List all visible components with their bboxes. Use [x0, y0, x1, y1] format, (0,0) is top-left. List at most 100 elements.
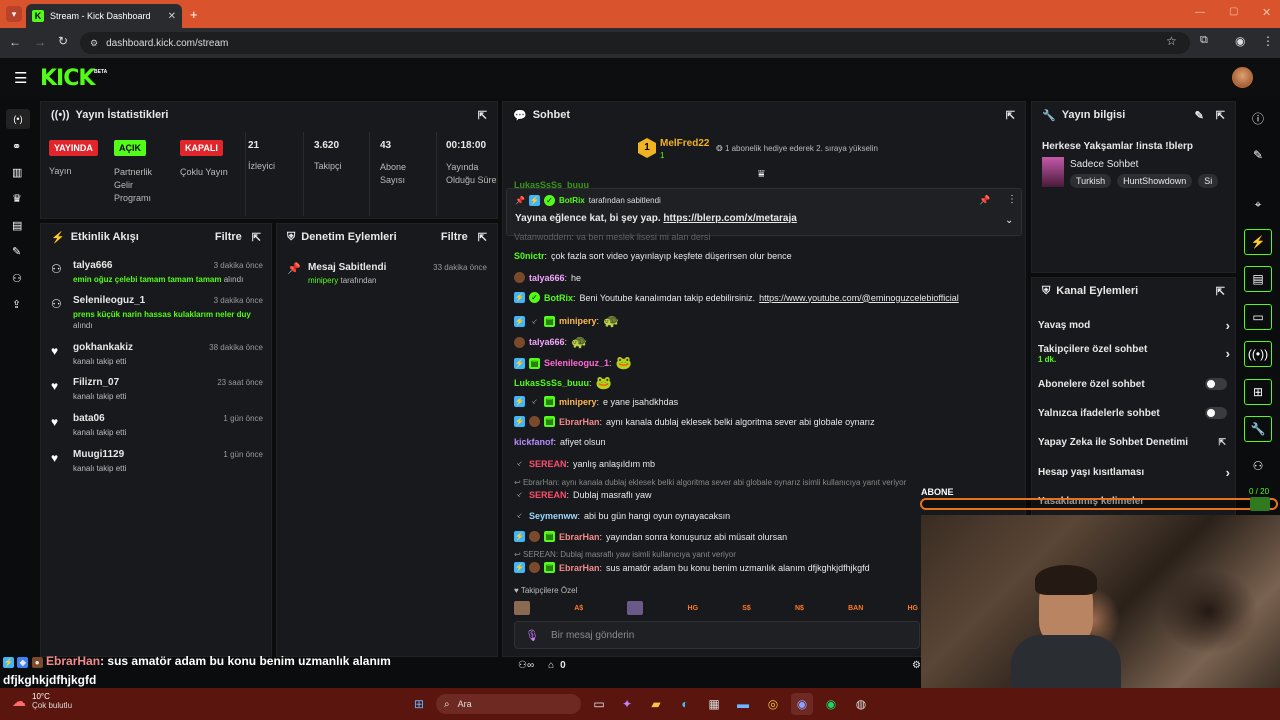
chat-username[interactable]: BotRix: [544, 293, 573, 303]
emote-button[interactable]: HG: [907, 605, 918, 612]
activity-user[interactable]: gokhankakiz: [73, 342, 133, 353]
file-explorer-icon[interactable]: ▰: [645, 693, 667, 715]
user-avatar[interactable]: [1232, 67, 1253, 88]
bookmark-star-icon[interactable]: ☆: [1166, 34, 1177, 48]
popout-icon[interactable]: ⇱: [252, 231, 261, 244]
start-menu-icon[interactable]: ⊞: [408, 693, 430, 715]
chrome-icon[interactable]: ◎: [762, 693, 784, 715]
minimize-icon[interactable]: —: [1195, 7, 1205, 18]
url-field[interactable]: ⚙ dashboard.kick.com/stream: [80, 32, 1190, 54]
followers-only-row[interactable]: Takipçilere özel sohbet 1 dk. ›: [1038, 344, 1230, 364]
chat-username[interactable]: SEREAN: [529, 490, 567, 500]
tab-list-button[interactable]: ▾: [6, 6, 22, 22]
nav-upload-icon[interactable]: ⇪: [12, 298, 21, 311]
chat-username[interactable]: Seymenww: [529, 511, 578, 521]
emote-avatar-icon[interactable]: [514, 601, 530, 615]
chat-username[interactable]: talya666: [529, 337, 565, 347]
broadcast-icon[interactable]: ((•)): [1244, 341, 1272, 367]
chat-username[interactable]: EbrarHan: [559, 532, 600, 542]
emotes-only-toggle[interactable]: [1205, 407, 1227, 419]
chat-expand-icon[interactable]: ⩸: [758, 168, 765, 181]
nav-analytics-icon[interactable]: ▥: [12, 166, 22, 179]
chat-username[interactable]: EbrarHan: [559, 563, 600, 573]
popout-icon[interactable]: ⇱: [1006, 109, 1015, 122]
forward-icon[interactable]: →: [34, 35, 46, 49]
emotes-only-row[interactable]: Yalnızca ifadelerle sohbet: [1038, 408, 1230, 419]
moderation-filter-button[interactable]: Filtre: [441, 231, 468, 243]
activity-user[interactable]: talya666: [73, 260, 112, 271]
spotify-icon[interactable]: ◉: [820, 693, 842, 715]
emote-button[interactable]: N$: [795, 605, 804, 612]
obs-icon[interactable]: ◍: [850, 693, 872, 715]
hamburger-menu-icon[interactable]: ☰: [14, 69, 27, 87]
back-icon[interactable]: ←: [9, 35, 21, 49]
nav-trophy-icon[interactable]: ♛: [12, 192, 22, 205]
clipboard-icon[interactable]: ▤: [1244, 266, 1272, 292]
maximize-icon[interactable]: ▢: [1229, 6, 1238, 17]
chat-username[interactable]: EbrarHan: [559, 417, 600, 427]
popout-icon[interactable]: ⇱: [1216, 109, 1225, 122]
stream-tag[interactable]: HuntShowdown: [1117, 174, 1193, 188]
emote-button[interactable]: BAN: [848, 605, 863, 612]
unpin-icon[interactable]: 📌: [979, 195, 990, 206]
chat-username[interactable]: Selenileoguz_1: [544, 358, 609, 368]
discord-icon[interactable]: ◉: [791, 693, 813, 715]
stream-tag[interactable]: Turkish: [1070, 174, 1112, 188]
reload-icon[interactable]: ↻: [58, 34, 68, 48]
chat-input[interactable]: 🎙 Bir mesaj gönderin: [514, 621, 920, 649]
stream-tag[interactable]: Si: [1198, 174, 1219, 188]
emote-button[interactable]: S$: [742, 605, 751, 612]
nav-stream-icon[interactable]: (•): [6, 109, 30, 129]
subs-only-toggle[interactable]: [1205, 378, 1227, 390]
extensions-icon[interactable]: ⧉: [1200, 34, 1208, 47]
chat-username[interactable]: LukasSsSs_buuu: [514, 378, 589, 388]
store-icon[interactable]: ⌂: [548, 660, 554, 671]
nav-media-icon[interactable]: ▤: [12, 219, 22, 232]
activity-filter-button[interactable]: Filtre: [215, 231, 242, 243]
edge-icon[interactable]: ◐: [674, 693, 696, 715]
chat-username[interactable]: minipery: [559, 316, 597, 326]
popout-icon[interactable]: ⇱: [1216, 285, 1225, 298]
emote-button[interactable]: A$: [574, 605, 583, 612]
nav-community-icon[interactable]: ⚇: [12, 272, 22, 285]
kick-logo[interactable]: KICK: [40, 66, 95, 91]
close-window-icon[interactable]: ✕: [1262, 6, 1271, 19]
browser-tab[interactable]: K Stream - Kick Dashboard ✕: [26, 4, 182, 28]
nav-link-icon[interactable]: ⚭: [12, 140, 21, 153]
activity-user[interactable]: bata06: [73, 413, 105, 424]
emote-button[interactable]: HG: [688, 605, 699, 612]
close-tab-icon[interactable]: ✕: [168, 11, 176, 22]
emote-character-icon[interactable]: [627, 601, 644, 615]
weather-widget[interactable]: ☁ 10°C Çok bulutlu: [12, 692, 72, 710]
bolt-action-icon[interactable]: ⚡: [1244, 229, 1272, 255]
edit-icon[interactable]: ✎: [1195, 109, 1204, 122]
focus-icon[interactable]: ⌖: [1244, 191, 1272, 217]
age-restriction-row[interactable]: Hesap yaşı kısıtlaması ›: [1038, 465, 1230, 480]
wrench-action-icon[interactable]: 🔧: [1244, 416, 1272, 442]
layout-icon[interactable]: ⊞: [1244, 379, 1272, 405]
subs-only-row[interactable]: Abonelere özel sohbet: [1038, 379, 1230, 390]
pencil-icon[interactable]: ✎: [1244, 142, 1272, 168]
top-gifter-name[interactable]: MelFred22: [660, 138, 709, 149]
store-app-icon[interactable]: ▦: [703, 693, 725, 715]
browser-menu-icon[interactable]: ⋮: [1262, 34, 1274, 48]
slow-mode-row[interactable]: Yavaş mod ›: [1038, 318, 1230, 333]
chat-settings-icon[interactable]: ⚙: [912, 660, 921, 671]
chat-username[interactable]: minipery: [559, 397, 597, 407]
pinned-more-icon[interactable]: ⋮: [1007, 194, 1017, 205]
popout-icon[interactable]: ⇱: [478, 231, 487, 244]
activity-user[interactable]: Filizrn_07: [73, 377, 119, 388]
pinned-link[interactable]: https://blerp.com/x/metaraja: [663, 213, 796, 224]
chat-username[interactable]: S0nictr: [514, 251, 545, 261]
copilot-icon[interactable]: ✦: [616, 693, 638, 715]
viewers-icon[interactable]: ⚇∞: [518, 660, 534, 671]
activity-user[interactable]: Selenileoguz_1: [73, 295, 145, 306]
profile-icon[interactable]: ◉: [1235, 34, 1245, 48]
chat-bubble-icon[interactable]: ▭: [1244, 304, 1272, 330]
activity-user[interactable]: Muugi1129: [73, 449, 124, 460]
app-icon[interactable]: ▬: [732, 693, 754, 715]
community-icon[interactable]: ⚇: [1244, 453, 1272, 479]
nav-tools-icon[interactable]: ✎: [12, 245, 21, 258]
chat-username[interactable]: SEREAN: [529, 459, 567, 469]
site-info-icon[interactable]: ⚙: [90, 38, 98, 49]
